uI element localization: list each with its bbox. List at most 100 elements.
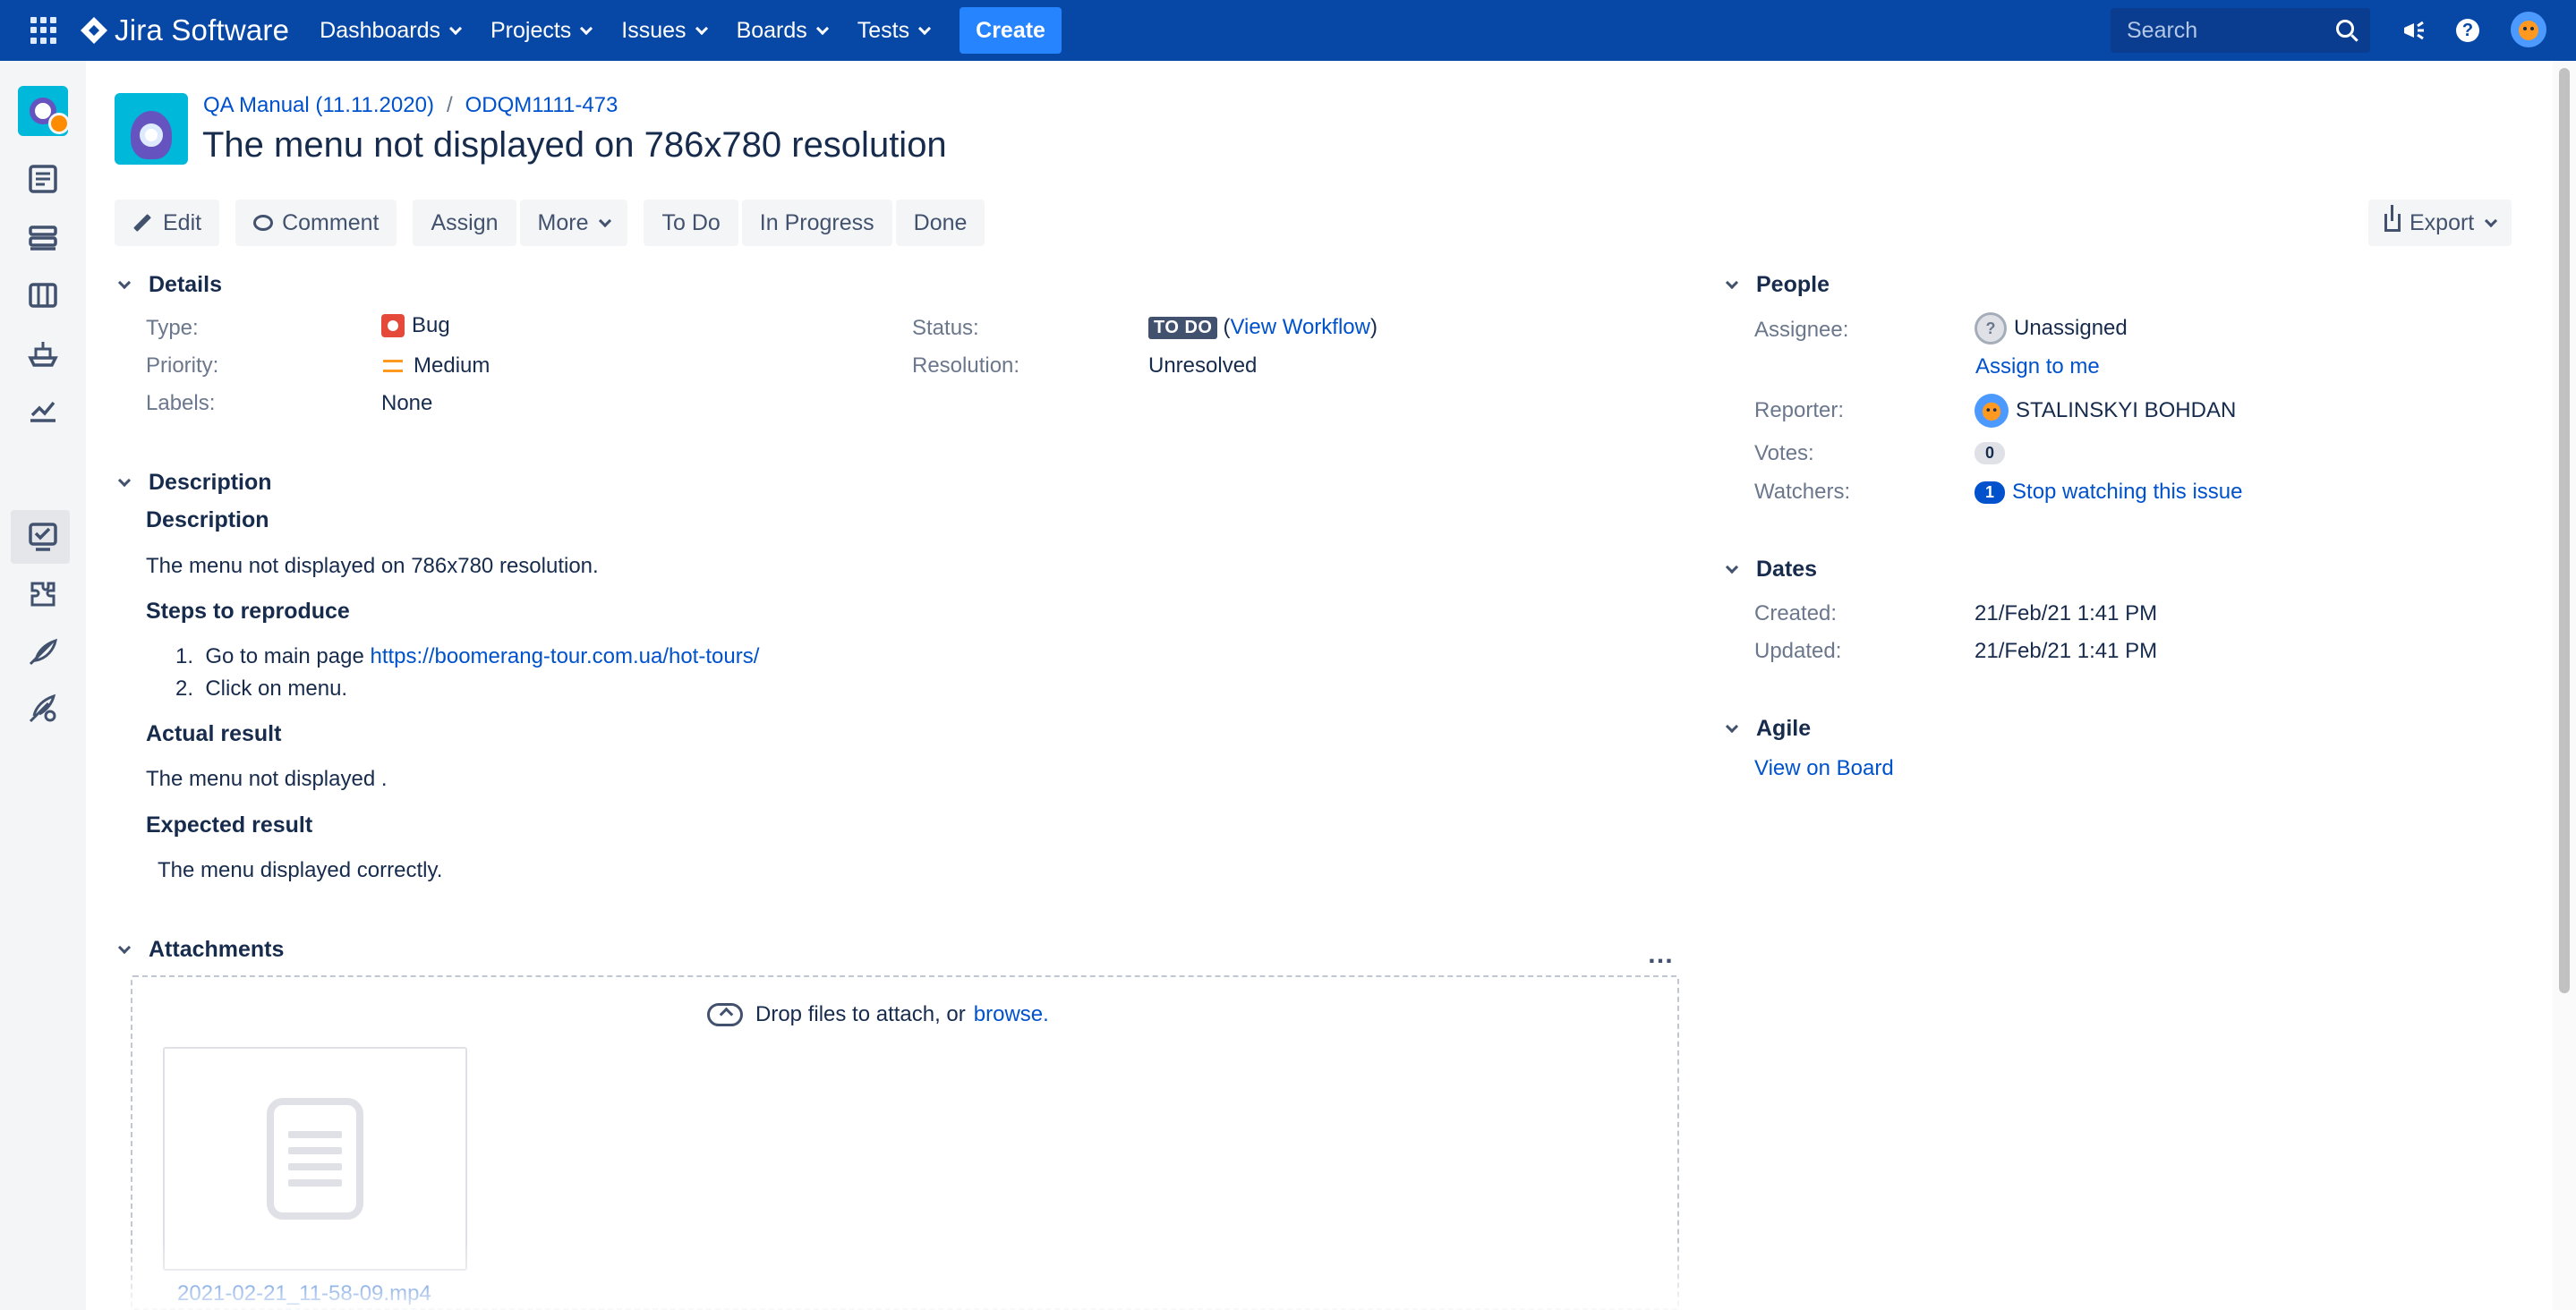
stop-watching-link[interactable]: Stop watching this issue [2012, 480, 2242, 505]
add-ons-icon[interactable] [25, 576, 61, 612]
chevron-down-icon [1725, 560, 1739, 574]
nav-issues[interactable]: Issues [621, 18, 708, 44]
releases-icon[interactable] [25, 335, 61, 370]
project-sidebar: ›› [0, 61, 86, 1310]
assign-button[interactable]: Assign [413, 200, 516, 246]
status-value: TO DO (View Workflow) [1148, 315, 1378, 340]
chevron-down-icon [117, 940, 132, 954]
reports-icon[interactable] [25, 392, 61, 428]
watchers-value: 1 Stop watching this issue [1975, 480, 2243, 505]
nav-tests[interactable]: Tests [857, 18, 932, 44]
step-2: 2. Click on menu. [175, 676, 348, 701]
page-scrollbar[interactable] [2553, 61, 2576, 1310]
agile-section-toggle[interactable]: Agile [1722, 716, 1811, 742]
boomerang-tour-link[interactable]: https://boomerang-tour.com.ua/hot-tours/ [370, 644, 759, 668]
chevron-down-icon [117, 473, 132, 487]
assignee-label: Assignee: [1754, 318, 1849, 342]
export-button[interactable]: Export [2368, 200, 2512, 246]
chevron-down-icon [1725, 719, 1739, 733]
view-on-board-link[interactable]: View on Board [1754, 756, 1894, 781]
chevron-down-icon [1725, 276, 1739, 289]
cloud-upload-icon [707, 1003, 743, 1026]
in-progress-button[interactable]: In Progress [741, 200, 892, 246]
project-icon[interactable] [115, 93, 188, 165]
type-value[interactable]: Bug [381, 313, 450, 338]
dates-section-toggle[interactable]: Dates [1722, 557, 1817, 583]
chevron-down-icon [117, 276, 132, 289]
breadcrumb-project-link[interactable]: QA Manual (11.11.2020) [203, 93, 434, 118]
user-avatar[interactable] [2511, 12, 2546, 47]
priority-label: Priority: [146, 353, 219, 378]
updated-value: 21/Feb/21 1:41 PM [1975, 639, 2158, 663]
reporter-value[interactable]: STALINSKYI BOHDAN [1975, 394, 2236, 428]
priority-value[interactable]: Medium [381, 353, 490, 379]
backlog-icon[interactable] [25, 220, 61, 256]
browse-link[interactable]: browse. [974, 1002, 1049, 1027]
project-badge-icon [48, 113, 70, 134]
attachment-filename[interactable]: 2021-02-21_11-58-09.mp4 [177, 1281, 431, 1306]
attachments-more-icon[interactable]: … [1647, 940, 1675, 970]
drop-files-text: Drop files to attach, or browse. [707, 1002, 1049, 1027]
people-section-toggle[interactable]: People [1722, 272, 1830, 298]
labels-value[interactable]: None [381, 391, 432, 416]
issue-title[interactable]: The menu not displayed on 786x780 resolu… [202, 125, 947, 166]
dates-heading: Dates [1756, 557, 1818, 582]
resolution-value: Unresolved [1148, 353, 1258, 378]
jira-logo[interactable]: Jira Software [79, 13, 289, 47]
type-value-text: Bug [412, 313, 450, 337]
votes-value[interactable]: 0 [1975, 442, 2006, 464]
edit-label: Edit [163, 209, 202, 235]
megaphone-icon[interactable] [2399, 15, 2429, 46]
comment-button[interactable]: Comment [235, 200, 397, 246]
done-button[interactable]: Done [895, 200, 985, 246]
breadcrumb-issue-key-link[interactable]: ODQM1111-473 [465, 93, 618, 118]
details-section-toggle[interactable]: Details [115, 272, 222, 298]
nav-boards-label: Boards [736, 17, 807, 43]
chevron-down-icon [580, 21, 593, 35]
updated-label: Updated: [1754, 639, 1842, 663]
description-subheading: Description [146, 507, 269, 532]
bug-icon [381, 314, 405, 337]
export-icon [2384, 205, 2401, 232]
scrollbar-thumb[interactable] [2559, 68, 2570, 993]
description-heading: Description [149, 470, 272, 495]
chevron-down-icon [599, 214, 612, 227]
attachments-section-toggle[interactable]: Attachments [115, 937, 284, 963]
attachments-heading: Attachments [149, 937, 285, 962]
nav-boards[interactable]: Boards [736, 17, 829, 44]
nav-dashboards[interactable]: Dashboards [320, 17, 463, 44]
tests-icon[interactable] [25, 519, 61, 555]
expected-result-text: The menu displayed correctly. [158, 858, 443, 882]
edit-button[interactable]: Edit [115, 200, 220, 246]
search-input[interactable]: Search [2111, 8, 2370, 53]
logo-text: Jira Software [115, 13, 290, 47]
roadmap-icon[interactable] [25, 161, 61, 197]
issue-toolbar: Edit Comment Assign More To Do In Progre… [115, 200, 988, 246]
jira-diamond-icon [81, 17, 107, 44]
status-label: Status: [912, 316, 979, 340]
help-icon[interactable]: ? [2456, 19, 2479, 42]
priority-value-text: Medium [414, 353, 490, 378]
agile-heading: Agile [1756, 716, 1812, 741]
unassigned-avatar-icon: ? [1975, 312, 2007, 345]
feather-icon[interactable] [25, 634, 61, 669]
to-do-button[interactable]: To Do [644, 200, 738, 246]
assign-to-me-link[interactable]: Assign to me [1975, 354, 2100, 379]
nav-projects[interactable]: Projects [490, 18, 593, 44]
actual-result-text: The menu not displayed . [146, 767, 388, 791]
watchers-count-badge[interactable]: 1 [1975, 481, 2006, 504]
more-button[interactable]: More [519, 200, 628, 246]
drop-files-label: Drop files to attach, or [755, 1002, 966, 1026]
feather-settings-icon[interactable] [25, 691, 61, 727]
attachment-thumbnail[interactable] [163, 1047, 467, 1271]
board-icon[interactable] [25, 277, 61, 313]
chevron-down-icon [448, 21, 463, 35]
description-section-toggle[interactable]: Description [115, 470, 272, 496]
priority-medium-icon [383, 360, 403, 372]
create-button[interactable]: Create [960, 7, 1062, 54]
app-switcher-icon[interactable] [30, 17, 57, 44]
view-workflow-link[interactable]: View Workflow [1230, 315, 1370, 340]
assignee-value[interactable]: ? Unassigned [1975, 312, 2128, 345]
chevron-down-icon [815, 21, 829, 35]
nav-dashboards-label: Dashboards [320, 17, 440, 43]
